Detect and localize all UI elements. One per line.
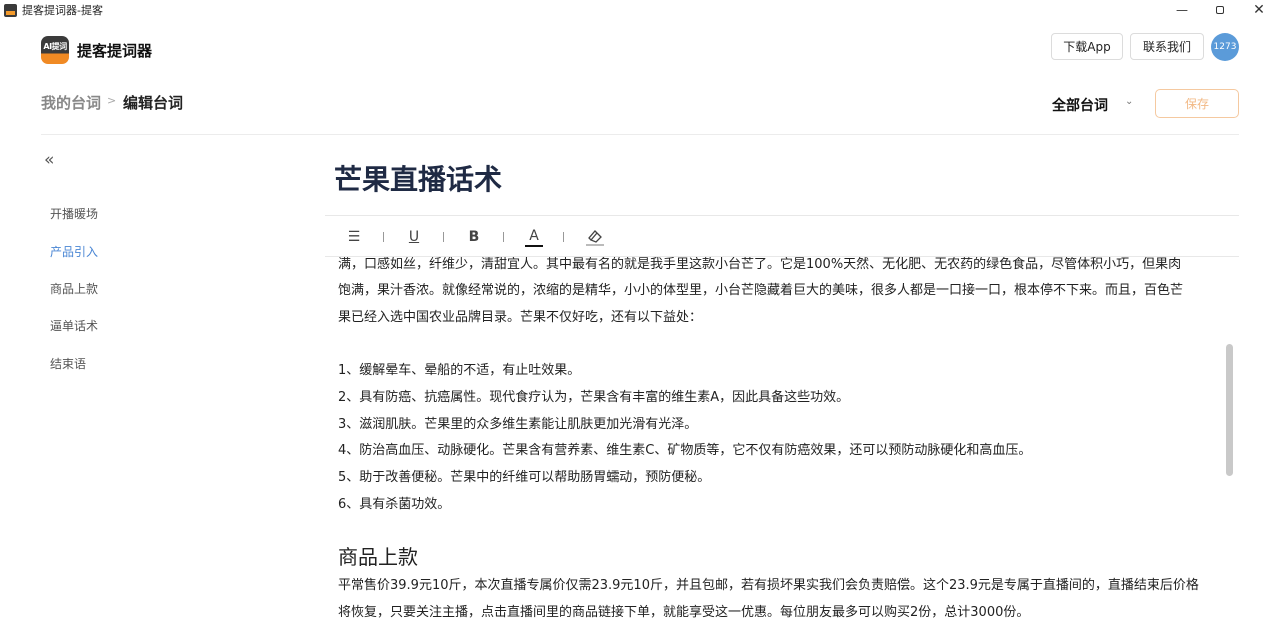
chevron-down-icon[interactable]: ⌄ bbox=[1125, 96, 1133, 107]
sidebar-item-warmup[interactable]: 开播暖场 bbox=[50, 205, 98, 222]
maximize-button[interactable] bbox=[1205, 0, 1235, 20]
list-item: 4、防治高血压、动脉硬化。芒果含有营养素、维生素C、矿物质等，它不仅有防癌效果，… bbox=[338, 443, 1032, 458]
contact-us-button[interactable]: 联系我们 bbox=[1130, 33, 1204, 60]
toolbar-divider bbox=[383, 232, 384, 242]
section-heading: 商品上款 bbox=[338, 545, 418, 569]
avatar[interactable]: 1273 bbox=[1211, 33, 1239, 61]
content-scrollbar[interactable] bbox=[1226, 344, 1233, 476]
breadcrumb-current: 编辑台词 bbox=[123, 94, 184, 112]
close-button[interactable]: ✕ bbox=[1244, 0, 1274, 20]
sidebar-item-closing-pitch[interactable]: 逼单话术 bbox=[50, 317, 98, 334]
close-icon: ✕ bbox=[1253, 2, 1265, 18]
text-color-icon[interactable]: A bbox=[524, 227, 544, 247]
toolbar-divider bbox=[563, 232, 564, 242]
sidebar-item-ending[interactable]: 结束语 bbox=[50, 355, 86, 372]
sidebar-item-product-intro[interactable]: 产品引入 bbox=[50, 243, 98, 260]
window-titlebar: 提客提词器-提客 bbox=[0, 0, 1280, 20]
app-icon bbox=[4, 3, 17, 17]
underline-icon[interactable]: U bbox=[405, 227, 423, 247]
document-title[interactable]: 芒果直播话术 bbox=[334, 158, 502, 198]
brand-name: 提客提词器 bbox=[77, 42, 153, 60]
bullet-list-icon[interactable]: ☰ bbox=[345, 227, 363, 247]
maximize-icon bbox=[1216, 6, 1224, 14]
clear-format-icon[interactable] bbox=[584, 227, 606, 247]
list-item: 3、滋润肌肤。芒果里的众多维生素能让肌肤更加光滑有光泽。 bbox=[338, 417, 698, 432]
breadcrumb-separator: > bbox=[107, 94, 117, 107]
all-lines-dropdown[interactable]: 全部台词 bbox=[1052, 95, 1108, 115]
breadcrumb-my-lines[interactable]: 我的台词 bbox=[41, 92, 101, 113]
content-line: 平常售价39.9元10斤，本次直播专属价仅需23.9元10斤，并且包邮，若有损坏… bbox=[338, 578, 1199, 593]
header-divider bbox=[41, 134, 1239, 135]
list-item: 2、具有防癌、抗癌属性。现代食疗认为，芒果含有丰富的维生素A，因此具备这些功效。 bbox=[338, 390, 850, 405]
minimize-button[interactable]: — bbox=[1167, 0, 1197, 20]
list-item: 5、助于改善便秘。芒果中的纤维可以帮助肠胃蠕动，预防便秘。 bbox=[338, 470, 711, 485]
app-logo: AI提词 bbox=[41, 36, 69, 64]
editor-toolbar: ☰ U B A bbox=[325, 215, 1239, 257]
save-button[interactable]: 保存 bbox=[1155, 89, 1239, 118]
download-app-button[interactable]: 下载App bbox=[1051, 33, 1123, 60]
content-line: 将恢复，只要关注主播，点击直播间里的商品链接下单，就能享受这一优惠。每位朋友最多… bbox=[338, 605, 1030, 620]
toolbar-divider bbox=[443, 232, 444, 242]
content-line: 果已经入选中国农业品牌目录。芒果不仅好吃，还有以下益处： bbox=[338, 310, 703, 325]
sidebar-item-product-launch[interactable]: 商品上款 bbox=[50, 280, 98, 297]
toolbar-divider bbox=[503, 232, 504, 242]
collapse-sidebar-icon[interactable]: « bbox=[44, 150, 54, 170]
list-item: 6、具有杀菌功效。 bbox=[338, 497, 451, 512]
list-item: 1、缓解晕车、晕船的不适，有止吐效果。 bbox=[338, 363, 581, 378]
minimize-icon: — bbox=[1176, 3, 1188, 17]
window-title: 提客提词器-提客 bbox=[22, 4, 103, 17]
bold-icon[interactable]: B bbox=[465, 227, 483, 247]
content-line: 饱满，果汁香浓。就像经常说的，浓缩的是精华，小小的体型里，小台芒隐藏着巨大的美味… bbox=[338, 283, 1184, 298]
eraser-icon bbox=[588, 229, 602, 243]
